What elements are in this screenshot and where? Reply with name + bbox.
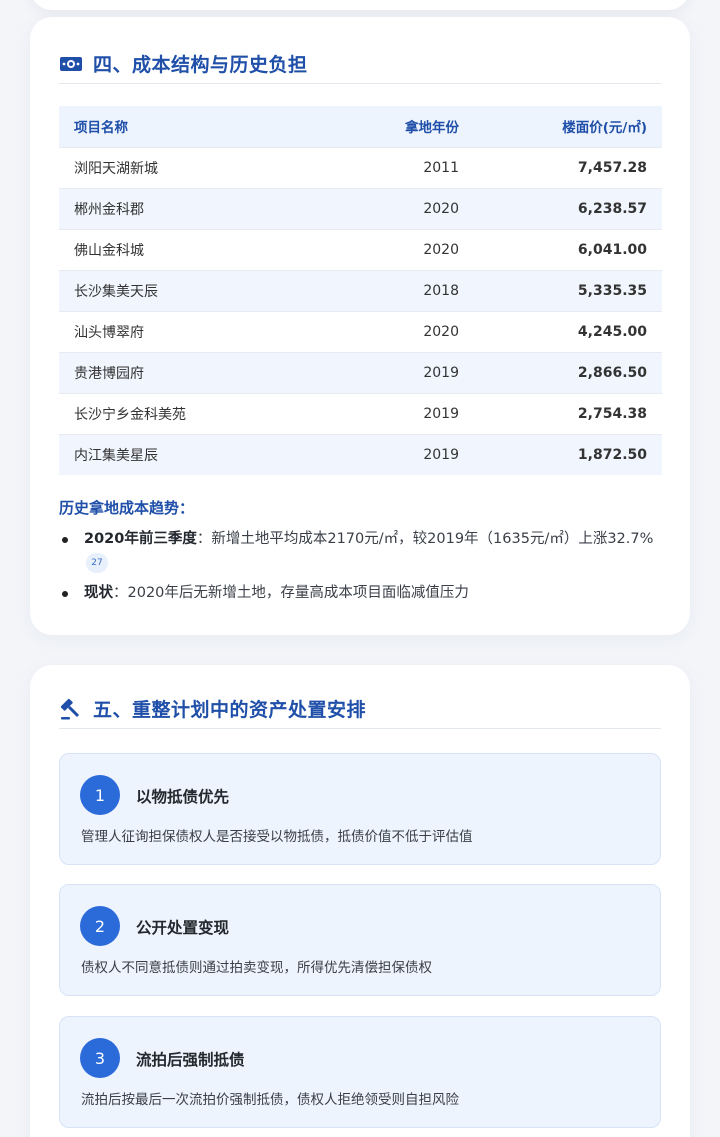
cell-floor-price: 5,335.35 (474, 269, 662, 311)
trend-title: 历史拿地成本趋势： (59, 499, 195, 517)
cell-floor-price: 2,866.50 (474, 351, 662, 393)
cell-project-name: 汕头博翠府 (59, 310, 339, 352)
step-description: 债权人不同意抵债则通过拍卖变现，所得优先清偿担保债权 (81, 960, 432, 976)
trend-text: ：2020年后无新增土地，存量高成本项目面临减值压力 (113, 585, 469, 601)
land-cost-table: 项目名称 拿地年份 楼面价(元/㎡) 浏阳天湖新城 2011 7,457.28 郴州金… (59, 106, 662, 475)
cell-land-year: 2019 (339, 351, 474, 393)
table-row: 郴州金科郡 2020 6,238.57 (59, 187, 662, 229)
trend-label: 2020年前三季度 (84, 531, 197, 547)
previous-card-edge (30, 0, 690, 10)
table-header-row: 项目名称 拿地年份 楼面价(元/㎡) (59, 106, 662, 147)
header-land-year: 拿地年份 (339, 106, 474, 147)
step-card-3: 3 流拍后强制抵债 流拍后按最后一次流拍价强制抵债，债权人拒绝领受则自担风险 (59, 1016, 661, 1128)
cell-floor-price: 7,457.28 (474, 146, 662, 188)
table-row: 长沙宁乡金科美苑 2019 2,754.38 (59, 392, 662, 434)
step-title: 以物抵债优先 (136, 788, 230, 806)
section-title: 五、重整计划中的资产处置安排 (93, 699, 367, 721)
cell-land-year: 2019 (339, 433, 474, 475)
cell-floor-price: 6,041.00 (474, 228, 662, 270)
cell-land-year: 2011 (339, 146, 474, 188)
trend-text: ：新增土地平均成本2170元/㎡，较2019年（1635元/㎡）上涨32.7% (196, 531, 654, 547)
step-card-1: 1 以物抵债优先 管理人征询担保债权人是否接受以物抵债，抵债价值不低于评估值 (59, 753, 661, 865)
cell-land-year: 2020 (339, 310, 474, 352)
asset-disposal-card: 五、重整计划中的资产处置安排 1 以物抵债优先 管理人征询担保债权人是否接受以物… (30, 665, 690, 1137)
cell-land-year: 2018 (339, 269, 474, 311)
cell-land-year: 2020 (339, 187, 474, 229)
cell-floor-price: 4,245.00 (474, 310, 662, 352)
citation-badge[interactable]: 27 (86, 553, 108, 573)
cell-project-name: 内江集美星辰 (59, 433, 339, 475)
table-row: 贵港博园府 2019 2,866.50 (59, 351, 662, 393)
table-row: 汕头博翠府 2020 4,245.00 (59, 310, 662, 352)
step-number: 2 (80, 906, 120, 946)
step-title: 流拍后强制抵债 (136, 1051, 245, 1069)
table-row: 浏阳天湖新城 2011 7,457.28 (59, 146, 662, 188)
trend-label: 现状 (84, 585, 113, 601)
cell-land-year: 2019 (339, 392, 474, 434)
table-row: 佛山金科城 2020 6,041.00 (59, 228, 662, 270)
section-header: 五、重整计划中的资产处置安排 (59, 689, 661, 729)
cell-land-year: 2020 (339, 228, 474, 270)
cell-project-name: 浏阳天湖新城 (59, 146, 339, 188)
money-bill-icon (59, 52, 83, 76)
cell-project-name: 贵港博园府 (59, 351, 339, 393)
list-item: 现状：2020年后无新增土地，存量高成本项目面临减值压力 (62, 581, 659, 605)
cell-project-name: 长沙宁乡金科美苑 (59, 392, 339, 434)
header-floor-price: 楼面价(元/㎡) (474, 106, 662, 147)
step-card-2: 2 公开处置变现 债权人不同意抵债则通过拍卖变现，所得优先清偿担保债权 (59, 884, 661, 996)
step-description: 流拍后按最后一次流拍价强制抵债，债权人拒绝领受则自担风险 (81, 1092, 459, 1108)
step-description: 管理人征询担保债权人是否接受以物抵债，抵债价值不低于评估值 (81, 829, 473, 845)
cell-floor-price: 6,238.57 (474, 187, 662, 229)
cost-structure-card: 四、成本结构与历史负担 项目名称 拿地年份 楼面价(元/㎡) 浏阳天湖新城 201… (30, 17, 690, 635)
cell-floor-price: 1,872.50 (474, 433, 662, 475)
table-row: 内江集美星辰 2019 1,872.50 (59, 433, 662, 475)
trend-list: 2020年前三季度：新增土地平均成本2170元/㎡，较2019年（1635元/㎡… (62, 527, 659, 611)
step-number: 1 (80, 775, 120, 815)
cell-project-name: 佛山金科城 (59, 228, 339, 270)
cell-floor-price: 2,754.38 (474, 392, 662, 434)
step-title: 公开处置变现 (136, 919, 230, 937)
gavel-icon (59, 697, 83, 721)
section-title: 四、成本结构与历史负担 (93, 54, 308, 76)
step-number: 3 (80, 1038, 120, 1078)
section-header: 四、成本结构与历史负担 (59, 44, 661, 84)
cell-project-name: 长沙集美天辰 (59, 269, 339, 311)
header-project-name: 项目名称 (59, 106, 339, 147)
table-row: 长沙集美天辰 2018 5,335.35 (59, 269, 662, 311)
cell-project-name: 郴州金科郡 (59, 187, 339, 229)
list-item: 2020年前三季度：新增土地平均成本2170元/㎡，较2019年（1635元/㎡… (62, 527, 659, 575)
